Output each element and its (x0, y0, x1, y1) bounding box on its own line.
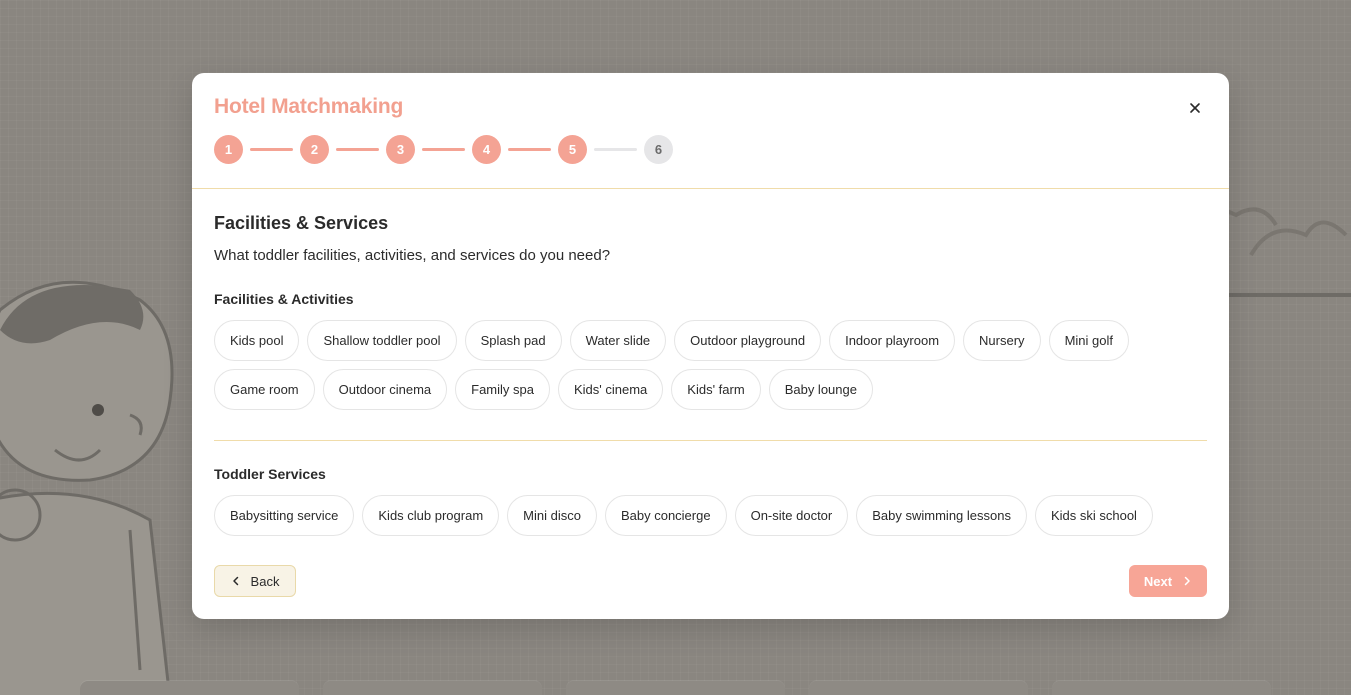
option-chip[interactable]: Nursery (963, 320, 1041, 361)
step-5: 5 (558, 135, 587, 164)
option-chip[interactable]: Kids club program (362, 495, 500, 536)
progress-stepper: 1 2 3 4 5 6 (214, 135, 1207, 164)
background-card (80, 681, 299, 695)
modal-footer: Back Next (214, 565, 1207, 597)
option-chip[interactable]: Baby concierge (604, 495, 727, 536)
back-button[interactable]: Back (214, 565, 296, 597)
option-chip[interactable]: Game room (214, 369, 315, 410)
section-divider (214, 440, 1207, 441)
step-1: 1 (214, 135, 243, 164)
step-connector (250, 148, 293, 151)
option-chip[interactable]: Kids pool (214, 320, 300, 361)
option-chip[interactable]: Mini disco (507, 495, 597, 536)
background-cards (80, 681, 1271, 695)
option-chip[interactable]: Shallow toddler pool (307, 320, 457, 361)
next-button-label: Next (1143, 573, 1173, 589)
modal-body: Facilities & Services What toddler facil… (192, 189, 1229, 536)
section-title: Facilities & Services (214, 213, 389, 233)
background-card (566, 681, 785, 695)
back-button-label: Back (250, 573, 280, 589)
option-chip[interactable]: Indoor playroom (829, 320, 956, 361)
chevron-right-icon (1184, 576, 1190, 586)
option-chip[interactable]: Outdoor cinema (322, 369, 448, 410)
step-6: 6 (644, 135, 673, 164)
next-button[interactable]: Next (1129, 565, 1207, 597)
option-chip[interactable]: On-site doctor (734, 495, 849, 536)
services-options: Babysitting service Kids club program Mi… (214, 495, 1207, 536)
option-chip[interactable]: Splash pad (464, 320, 562, 361)
matchmaking-modal: Hotel Matchmaking 1 2 3 4 5 6 Facilities… (192, 73, 1229, 619)
background-card (809, 681, 1028, 695)
option-chip[interactable]: Kids' farm (671, 369, 761, 410)
option-chip[interactable]: Water slide (569, 320, 667, 361)
modal-header: Hotel Matchmaking 1 2 3 4 5 6 (192, 73, 1229, 189)
option-chip[interactable]: Babysitting service (214, 495, 355, 536)
close-icon[interactable] (1187, 100, 1203, 116)
option-chip[interactable]: Kids' cinema (558, 369, 664, 410)
facilities-group-title: Facilities & Activities (214, 291, 354, 307)
section-description: What toddler facilities, activities, and… (214, 247, 611, 264)
step-connector (594, 148, 637, 151)
option-chip[interactable]: Baby lounge (768, 369, 873, 410)
option-chip[interactable]: Mini golf (1048, 320, 1129, 361)
step-connector (422, 148, 465, 151)
step-3: 3 (386, 135, 415, 164)
services-group-title: Toddler Services (214, 466, 326, 482)
option-chip[interactable]: Family spa (455, 369, 550, 410)
background-card (323, 681, 542, 695)
background-card (1052, 681, 1271, 695)
option-chip[interactable]: Outdoor playground (674, 320, 822, 361)
child-illustration (0, 280, 174, 695)
step-connector (336, 148, 379, 151)
step-connector (508, 148, 551, 151)
option-chip[interactable]: Baby swimming lessons (856, 495, 1027, 536)
facilities-options: Kids pool Shallow toddler pool Splash pa… (214, 320, 1154, 410)
option-chip[interactable]: Kids ski school (1034, 495, 1153, 536)
step-2: 2 (300, 135, 329, 164)
chevron-left-icon (232, 576, 238, 586)
modal-title: Hotel Matchmaking (214, 95, 404, 118)
step-4: 4 (472, 135, 501, 164)
